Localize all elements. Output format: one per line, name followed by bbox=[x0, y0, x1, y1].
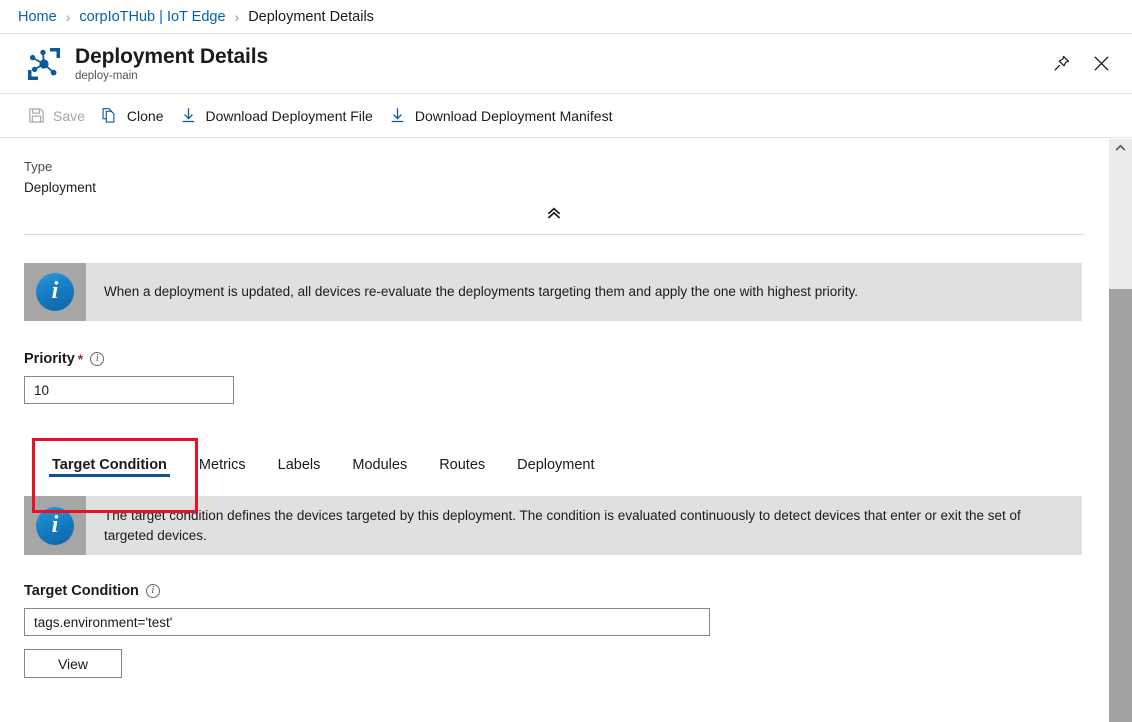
info-banner-icon-cell: i bbox=[24, 496, 86, 555]
tab-target-condition[interactable]: Target Condition bbox=[36, 438, 183, 482]
close-icon[interactable] bbox=[1088, 51, 1114, 77]
tab-labels[interactable]: Labels bbox=[262, 438, 337, 482]
view-button[interactable]: View bbox=[24, 649, 122, 678]
info-banner-priority: i When a deployment is updated, all devi… bbox=[24, 263, 1082, 321]
vertical-scrollbar[interactable] bbox=[1108, 139, 1132, 722]
page-title: Deployment Details bbox=[75, 45, 268, 69]
double-chevron-up-icon[interactable] bbox=[540, 202, 568, 224]
tab-routes[interactable]: Routes bbox=[423, 438, 501, 482]
target-condition-label-row: Target Condition i bbox=[24, 583, 1086, 599]
download-deployment-file-button[interactable]: Download Deployment File bbox=[175, 100, 384, 132]
breadcrumb-item-current: Deployment Details bbox=[248, 9, 374, 25]
tab-strip: Target Condition Metrics Labels Modules … bbox=[24, 438, 1086, 492]
tab-deployment[interactable]: Deployment bbox=[501, 438, 610, 482]
priority-label: Priority bbox=[24, 351, 75, 367]
download-icon bbox=[389, 107, 407, 125]
download-deployment-file-label: Download Deployment File bbox=[206, 108, 373, 124]
save-icon bbox=[27, 107, 45, 125]
page-header: Deployment Details deploy-main bbox=[0, 34, 1132, 94]
breadcrumb-separator: › bbox=[66, 10, 71, 24]
command-toolbar: Save Clone Download Deployment File bbox=[0, 94, 1132, 138]
breadcrumb-item-iot-hub[interactable]: corpIoTHub | IoT Edge bbox=[79, 9, 225, 25]
priority-input[interactable] bbox=[24, 376, 234, 404]
info-banner-priority-text: When a deployment is updated, all device… bbox=[86, 263, 874, 321]
breadcrumb: Home › corpIoTHub | IoT Edge › Deploymen… bbox=[0, 0, 1132, 34]
info-banner-target-condition-text: The target condition defines the devices… bbox=[86, 496, 1082, 555]
info-icon: i bbox=[36, 507, 74, 545]
target-condition-info-circle-icon[interactable]: i bbox=[146, 584, 160, 598]
breadcrumb-separator: › bbox=[235, 10, 240, 24]
priority-info-circle-icon[interactable]: i bbox=[90, 352, 104, 366]
target-condition-label: Target Condition bbox=[24, 583, 139, 599]
target-condition-field-block: Target Condition i View bbox=[24, 583, 1086, 678]
summary-collapse-row bbox=[24, 198, 1084, 235]
priority-field-block: Priority * i bbox=[24, 351, 1086, 404]
save-button[interactable]: Save bbox=[22, 100, 96, 132]
clone-icon bbox=[101, 107, 119, 125]
info-icon: i bbox=[36, 273, 74, 311]
tab-modules[interactable]: Modules bbox=[336, 438, 423, 482]
download-icon bbox=[180, 107, 198, 125]
iot-edge-deployment-icon bbox=[22, 42, 66, 86]
summary-type-value: Deployment bbox=[24, 177, 1086, 198]
summary-type-label: Type bbox=[24, 157, 1086, 177]
save-button-label: Save bbox=[53, 108, 85, 124]
clipped-summary-text bbox=[50, 139, 54, 144]
scroll-content: Type Deployment i When bbox=[0, 139, 1108, 722]
pin-icon[interactable] bbox=[1048, 51, 1074, 77]
tab-strip-zone: Target Condition Metrics Labels Modules … bbox=[24, 438, 1086, 492]
priority-required-marker: * bbox=[78, 351, 83, 367]
info-banner-icon-cell: i bbox=[24, 263, 86, 321]
download-deployment-manifest-button[interactable]: Download Deployment Manifest bbox=[384, 100, 624, 132]
page-title-group: Deployment Details deploy-main bbox=[75, 45, 268, 83]
download-deployment-manifest-label: Download Deployment Manifest bbox=[415, 108, 613, 124]
clipped-summary-row bbox=[24, 139, 1086, 148]
target-condition-input[interactable] bbox=[24, 608, 710, 636]
page-subtitle: deploy-main bbox=[75, 70, 268, 82]
scrollbar-up-arrow[interactable] bbox=[1109, 139, 1132, 157]
content-region: Type Deployment i When bbox=[0, 139, 1132, 722]
priority-label-row: Priority * i bbox=[24, 351, 1086, 367]
clone-button[interactable]: Clone bbox=[96, 100, 175, 132]
tab-metrics[interactable]: Metrics bbox=[183, 438, 262, 482]
scrollbar-thumb[interactable] bbox=[1109, 289, 1132, 722]
page-header-actions bbox=[1048, 51, 1118, 77]
breadcrumb-item-home[interactable]: Home bbox=[18, 9, 57, 25]
summary-type-field: Type Deployment bbox=[24, 157, 1086, 198]
info-banner-target-condition: i The target condition defines the devic… bbox=[24, 496, 1082, 555]
clone-button-label: Clone bbox=[127, 108, 164, 124]
